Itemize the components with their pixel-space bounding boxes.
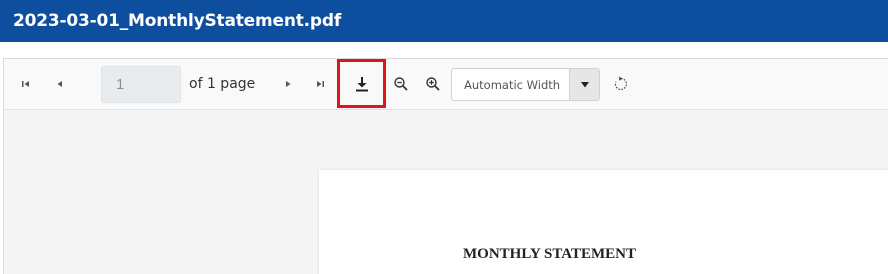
pdf-viewer: of 1 page bbox=[3, 58, 888, 274]
zoom-in-icon bbox=[425, 76, 441, 92]
page-number-input[interactable] bbox=[101, 66, 181, 103]
zoom-in-button[interactable] bbox=[423, 74, 443, 94]
first-page-button[interactable] bbox=[18, 76, 34, 92]
rotate-icon bbox=[613, 76, 629, 92]
first-page-icon bbox=[21, 79, 31, 89]
pdf-toolbar: of 1 page bbox=[4, 59, 888, 110]
title-bar: 2023-03-01_MonthlyStatement.pdf bbox=[0, 0, 888, 42]
zoom-select[interactable]: Automatic Width bbox=[451, 68, 600, 101]
rotate-button[interactable] bbox=[611, 74, 631, 94]
next-page-button[interactable] bbox=[280, 76, 296, 92]
previous-page-icon bbox=[55, 79, 65, 89]
page-count-label: of 1 page bbox=[189, 76, 256, 92]
next-page-icon bbox=[283, 79, 293, 89]
last-page-icon bbox=[315, 79, 325, 89]
download-button[interactable] bbox=[352, 74, 372, 94]
last-page-button[interactable] bbox=[312, 76, 328, 92]
zoom-out-button[interactable] bbox=[391, 74, 411, 94]
document-title: 2023-03-01_MonthlyStatement.pdf bbox=[13, 11, 342, 31]
document-canvas[interactable]: MONTHLY STATEMENT bbox=[4, 110, 888, 274]
previous-page-button[interactable] bbox=[52, 76, 68, 92]
download-highlight-box bbox=[337, 59, 386, 108]
download-icon bbox=[354, 76, 370, 92]
statement-heading: MONTHLY STATEMENT bbox=[463, 246, 636, 262]
chevron-down-icon[interactable] bbox=[569, 69, 599, 100]
pdf-page: MONTHLY STATEMENT bbox=[319, 170, 888, 274]
zoom-select-value: Automatic Width bbox=[464, 77, 561, 92]
zoom-out-icon bbox=[393, 76, 409, 92]
